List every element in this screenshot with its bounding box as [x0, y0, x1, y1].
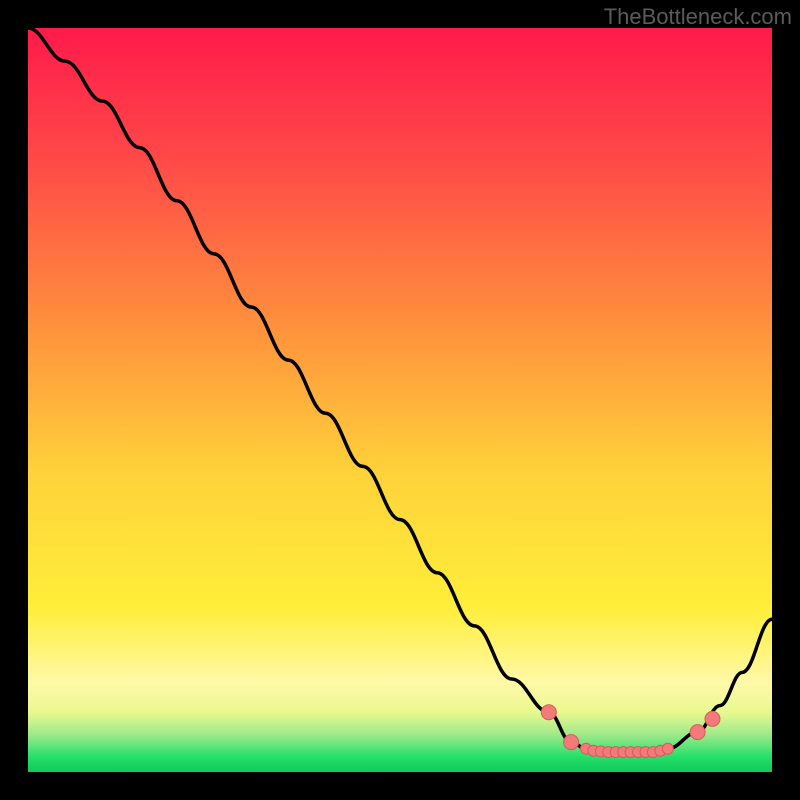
- curve-markers: [28, 28, 772, 772]
- plot-area: [28, 28, 772, 772]
- curve-marker: [662, 743, 673, 754]
- curve-marker: [690, 725, 705, 740]
- curve-marker: [564, 735, 579, 750]
- chart-container: TheBottleneck.com: [0, 0, 800, 800]
- watermark-label: TheBottleneck.com: [604, 4, 792, 30]
- curve-marker: [541, 705, 556, 720]
- curve-marker: [705, 711, 720, 726]
